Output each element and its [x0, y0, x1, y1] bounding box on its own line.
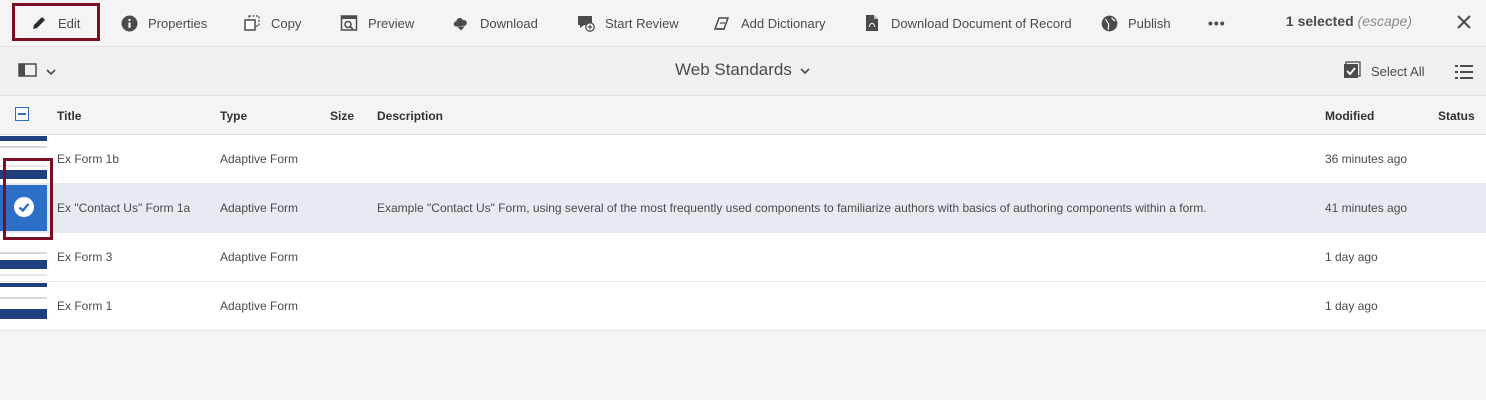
- edit-label: Edit: [58, 15, 81, 31]
- pencil-icon: [30, 14, 48, 32]
- publish-button[interactable]: Publish: [1100, 0, 1171, 46]
- pdf-icon: [863, 14, 881, 32]
- rail-icon: [18, 62, 38, 83]
- list-view-icon[interactable]: [1455, 64, 1473, 80]
- cloud-download-icon: [452, 14, 470, 32]
- collection-title: Web Standards: [675, 60, 792, 79]
- download-button[interactable]: Download: [452, 0, 538, 46]
- add-dictionary-button[interactable]: Add Dictionary: [713, 0, 826, 46]
- info-icon: [120, 14, 138, 32]
- table-row[interactable]: Ex Form 3 Adaptive Form 1 day ago: [0, 233, 1486, 282]
- globe-icon: [1100, 14, 1118, 32]
- row-title: Ex "Contact Us" Form 1a: [57, 201, 191, 215]
- column-modified[interactable]: Modified: [1325, 109, 1374, 123]
- row-title: Ex Form 1: [57, 299, 113, 313]
- preview-label: Preview: [368, 15, 415, 31]
- publish-label: Publish: [1128, 15, 1171, 31]
- row-modified: 1 day ago: [1325, 299, 1378, 313]
- row-modified: 41 minutes ago: [1325, 201, 1408, 215]
- preview-icon: [340, 14, 358, 32]
- chevron-down-icon: [46, 63, 56, 81]
- properties-label: Properties: [148, 15, 208, 31]
- row-type: Adaptive Form: [220, 152, 299, 166]
- form-thumbnail[interactable]: [0, 234, 47, 280]
- table-row-selected[interactable]: Ex "Contact Us" Form 1a Adaptive Form Ex…: [0, 184, 1486, 233]
- rail-toggle-button[interactable]: [18, 62, 58, 83]
- form-thumbnail[interactable]: [0, 283, 47, 329]
- more-icon: •••: [1208, 15, 1226, 31]
- selected-count: 1 selected: [1285, 13, 1354, 29]
- column-status[interactable]: Status: [1438, 109, 1475, 123]
- selection-status: 1 selected (escape): [1286, 13, 1412, 29]
- row-type: Adaptive Form: [220, 250, 299, 264]
- chevron-down-icon: [800, 60, 810, 80]
- collection-header: Web Standards Select All: [0, 47, 1486, 96]
- table-row[interactable]: Ex Form 1b Adaptive Form 36 minutes ago: [0, 135, 1486, 184]
- escape-hint: (escape): [1357, 13, 1412, 29]
- properties-button[interactable]: Properties: [120, 0, 207, 46]
- row-type: Adaptive Form: [220, 201, 299, 215]
- column-title[interactable]: Title: [57, 109, 81, 123]
- close-selection-icon[interactable]: [1455, 13, 1473, 31]
- action-toolbar: Edit Properties Copy Preview Download St…: [0, 0, 1486, 47]
- row-description: Example "Contact Us" Form, using several…: [377, 201, 1207, 215]
- copy-label: Copy: [271, 15, 302, 31]
- select-all-label: Select All: [1371, 64, 1425, 79]
- review-icon: [577, 14, 595, 32]
- table-header: Title Type Size Description Modified Sta…: [0, 96, 1486, 135]
- column-type[interactable]: Type: [220, 109, 247, 123]
- row-modified: 1 day ago: [1325, 250, 1378, 264]
- row-modified: 36 minutes ago: [1325, 152, 1408, 166]
- column-description[interactable]: Description: [377, 109, 443, 123]
- copy-icon: [243, 14, 261, 32]
- row-type: Adaptive Form: [220, 299, 299, 313]
- select-all-button[interactable]: Select All: [1343, 61, 1424, 82]
- download-dor-button[interactable]: Download Document of Record: [863, 0, 1072, 46]
- select-all-checkbox[interactable]: [15, 107, 29, 121]
- preview-button[interactable]: Preview: [340, 0, 414, 46]
- checkbox-checked-icon: [1343, 61, 1361, 82]
- dictionary-icon: [713, 14, 731, 32]
- add-dictionary-label: Add Dictionary: [741, 15, 826, 31]
- collection-title-dropdown[interactable]: Web Standards: [675, 60, 810, 80]
- start-review-label: Start Review: [605, 15, 679, 31]
- row-title: Ex Form 3: [57, 250, 113, 264]
- copy-button[interactable]: Copy: [243, 0, 301, 46]
- download-dor-label: Download Document of Record: [891, 15, 1072, 31]
- thumbnail-highlight-box: [3, 158, 53, 240]
- download-label: Download: [480, 15, 538, 31]
- column-size[interactable]: Size: [330, 109, 354, 123]
- edit-button[interactable]: Edit: [30, 0, 80, 46]
- start-review-button[interactable]: Start Review: [577, 0, 679, 46]
- row-title: Ex Form 1b: [57, 152, 120, 166]
- more-actions-button[interactable]: •••: [1208, 0, 1226, 46]
- table-row[interactable]: Ex Form 1 Adaptive Form 1 day ago: [0, 282, 1486, 331]
